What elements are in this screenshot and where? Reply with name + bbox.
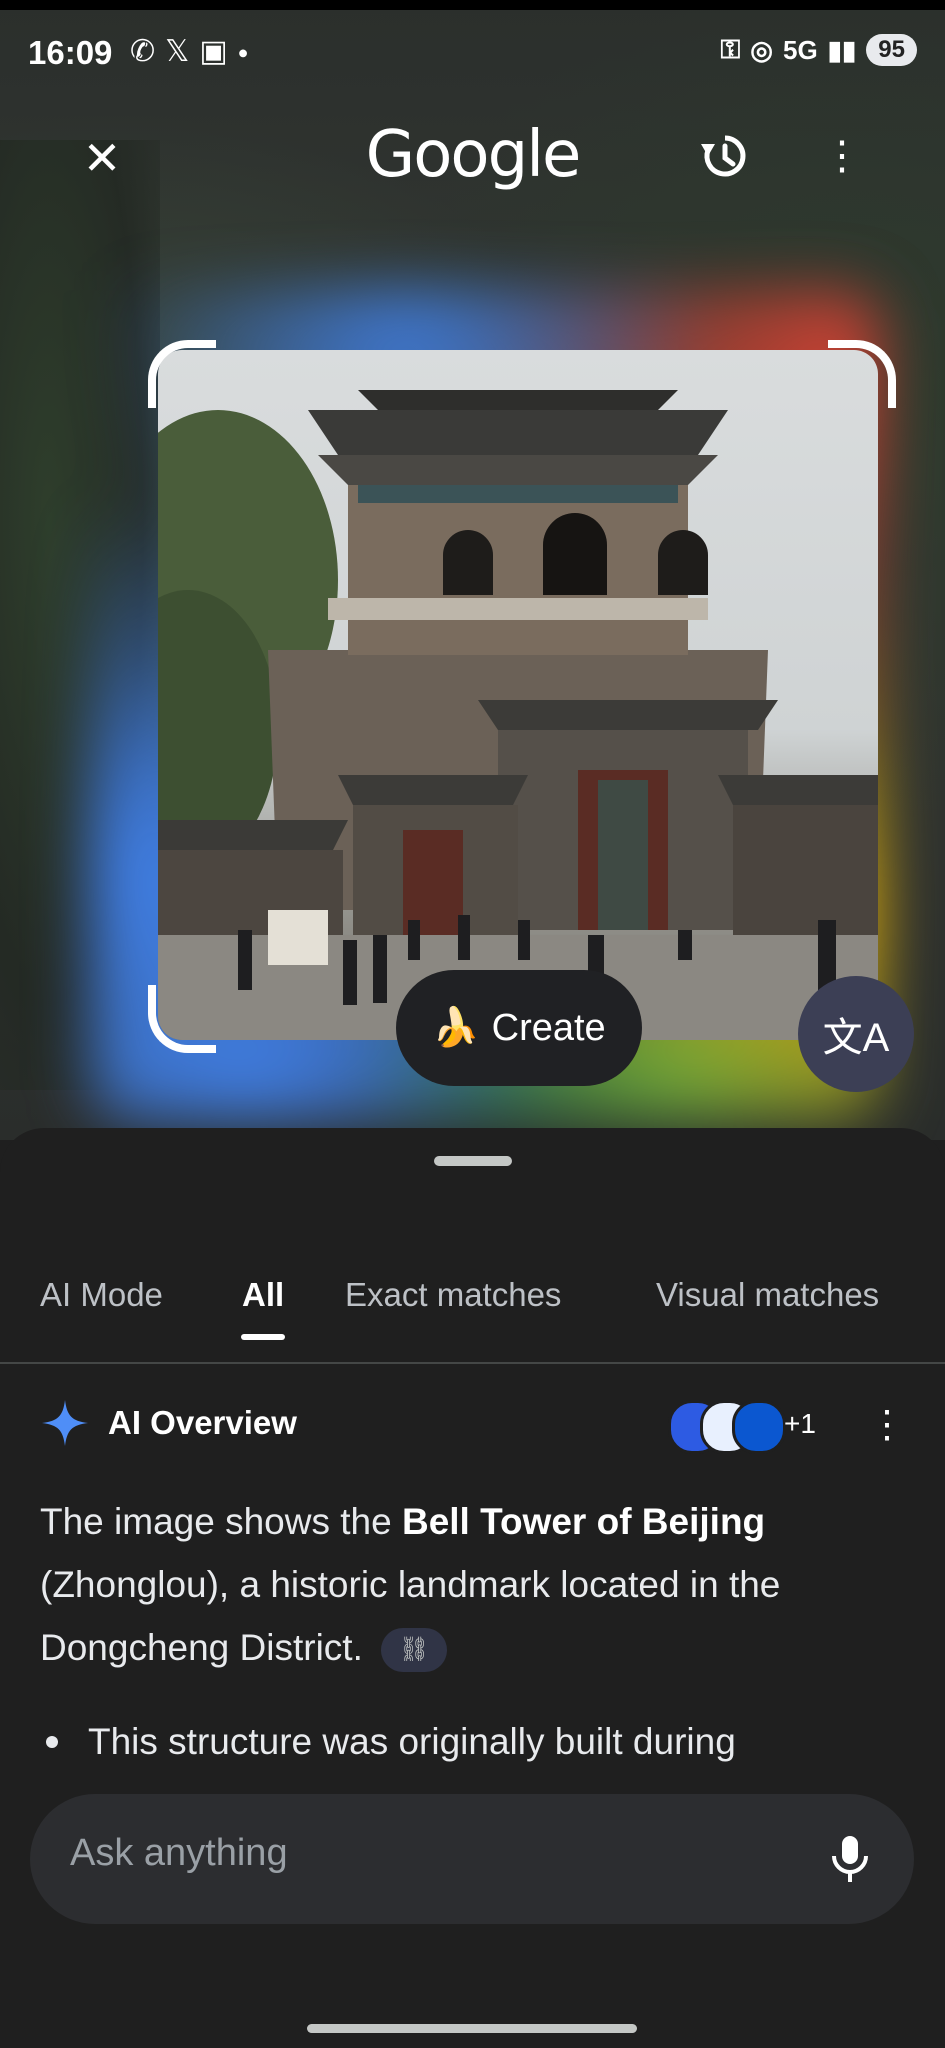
link-chip[interactable]: ⛓ <box>381 1628 448 1673</box>
lens-header: ✕ Google ⋮ <box>0 108 945 198</box>
ask-input-bar[interactable]: Ask anything <box>30 1794 914 1924</box>
ai-text-bold: Bell Tower of Beijing <box>401 1501 766 1542</box>
source-count[interactable]: +1 <box>784 1408 816 1440</box>
ai-overview-header: AI Overview +1 ⋮ <box>40 1396 920 1456</box>
notification-icons: ✆𝕏▣● <box>130 34 259 69</box>
tab-exact-matches[interactable]: Exact matches <box>345 1276 561 1314</box>
sheet-drag-handle[interactable] <box>434 1156 512 1166</box>
source-avatar <box>732 1400 786 1454</box>
hotspot-icon: ◎ <box>750 34 773 65</box>
screenshot-icon: ▣ <box>199 35 238 68</box>
more-options-button[interactable]: ⋮ <box>820 126 864 186</box>
translate-icon: 文A <box>822 1016 890 1060</box>
result-tabs: AI Mode All Exact matches Visual matches <box>0 1276 945 1364</box>
active-tab-indicator <box>241 1334 285 1340</box>
system-status: ⚿ ◎ 5G ▮▮ 95 <box>720 34 917 66</box>
bullet-dot <box>46 1736 58 1748</box>
crop-corner-top-right[interactable] <box>828 340 896 408</box>
link-icon: ⛓ <box>398 1636 430 1664</box>
status-bar: 16:09 ✆𝕏▣● ⚿ ◎ 5G ▮▮ 95 <box>0 0 945 108</box>
tab-all[interactable]: All <box>242 1276 284 1314</box>
key-icon: ⚿ <box>720 34 741 64</box>
ai-overview-title: AI Overview <box>108 1404 297 1441</box>
signal-icon: ▮▮ <box>827 34 857 65</box>
ask-input[interactable]: Ask anything <box>70 1832 288 1875</box>
tab-visual-matches[interactable]: Visual matches <box>656 1276 879 1314</box>
status-time: 16:09 <box>28 34 113 71</box>
translate-button[interactable]: 文A <box>798 976 914 1092</box>
ai-overview-text: The image shows the Bell Tower of Beijin… <box>40 1490 910 1679</box>
create-button[interactable]: 🍌 Create <box>396 970 642 1086</box>
bell-tower-illustration <box>158 390 878 1040</box>
banana-icon: 🍌 <box>432 1007 480 1049</box>
ai-bullet: This structure was originally built duri… <box>40 1710 920 1770</box>
google-logo: Google <box>365 118 582 192</box>
mic-icon[interactable] <box>820 1828 880 1888</box>
bullet-text: This structure was originally built duri… <box>88 1721 736 1762</box>
ai-overview-more-button[interactable]: ⋮ <box>868 1402 906 1447</box>
history-button[interactable] <box>695 126 755 186</box>
search-image[interactable] <box>158 350 878 1040</box>
sparkle-icon <box>42 1400 88 1446</box>
battery-badge: 95 <box>866 34 917 66</box>
x-icon: 𝕏 <box>165 35 200 68</box>
home-indicator[interactable] <box>307 2024 637 2033</box>
ai-text-before: The image shows the <box>40 1501 402 1542</box>
history-icon <box>701 135 746 177</box>
tab-ai-mode[interactable]: AI Mode <box>40 1276 163 1314</box>
network-label: 5G <box>782 34 818 65</box>
dot-icon: ● <box>237 42 259 63</box>
whatsapp-icon: ✆ <box>130 35 166 68</box>
more-vert-icon: ⋮ <box>822 134 862 178</box>
create-label: Create <box>491 1006 606 1049</box>
